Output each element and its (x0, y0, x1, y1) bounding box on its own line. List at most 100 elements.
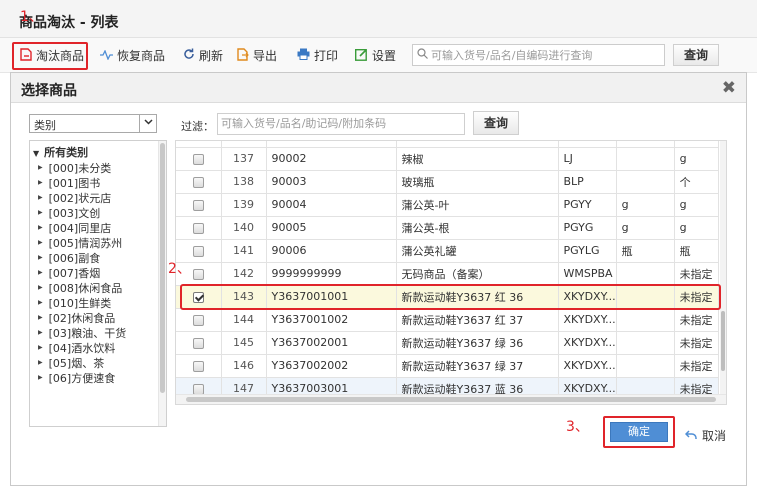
row-checkbox[interactable] (192, 176, 204, 188)
print-button[interactable]: 打印 (297, 47, 338, 64)
collapsed-triangle-icon: ▶ (38, 209, 43, 216)
row-unit2-cell: 瓶 (674, 239, 719, 263)
dialog-header: 选择商品 ✖ (11, 73, 746, 103)
category-list: ▶ [000]未分类 ▶ [001]图书 ▶ [002]状元店 ▶ [003]文创 ▶ [004]… (38, 160, 126, 385)
collapsed-triangle-icon: ▶ (38, 179, 43, 186)
row-name-cell: 蒲公英-叶 (396, 193, 559, 217)
category-item[interactable]: ▶ [05]烟、茶 (38, 355, 126, 370)
confirm-button[interactable]: 确定 (610, 422, 668, 442)
table-row[interactable]: 146 Y3637002002 新款运动鞋Y3637 绿 37 XKYDXY... 未指… (176, 354, 719, 378)
export-icon (237, 47, 249, 64)
row-unit2-cell: g (674, 193, 719, 217)
table-row[interactable]: 141 90006 蒲公英礼罐 PGYLG 瓶瓶 (176, 239, 719, 263)
category-item[interactable]: ▶ [001]图书 (38, 175, 126, 190)
category-label: [000]未分类 (48, 161, 112, 175)
collapsed-triangle-icon: ▶ (38, 254, 43, 261)
category-label: [02]休闲食品 (48, 311, 116, 325)
export-button[interactable]: 导出 (237, 47, 277, 64)
category-select[interactable]: 类别 (29, 114, 157, 133)
toolbar: 淘汰商品 恢复商品 刷新 导出 打印 设置 可输入货号/品名/自编码进行查询 查… (0, 38, 757, 73)
row-name-cell: 蒲公英礼罐 (396, 239, 559, 263)
grid-horizontal-scrollbar-thumb[interactable] (186, 397, 716, 402)
restore-goods-label: 恢复商品 (117, 49, 166, 63)
category-item[interactable]: ▶ [006]副食 (38, 250, 126, 265)
category-label: [003]文创 (48, 206, 101, 220)
table-row[interactable]: 139 90004 蒲公英-叶 PGYY g g (176, 193, 719, 217)
selected-row-highlight-box (180, 284, 721, 310)
printer-icon (297, 48, 310, 63)
category-item[interactable]: ▶ [000]未分类 (38, 160, 126, 175)
category-item[interactable]: ▶ [002]状元店 (38, 190, 126, 205)
goods-search-input[interactable]: 可输入货号/品名/自编码进行查询 (412, 44, 665, 66)
tree-scrollbar[interactable] (158, 141, 166, 426)
row-checkbox[interactable] (192, 383, 204, 395)
row-seq-cell: 140 (221, 216, 267, 240)
row-mnemonic-cell: LJ (558, 147, 617, 171)
row-mnemonic-cell: XKYDXY... (558, 331, 617, 355)
table-row[interactable]: 140 90005 蒲公英-根 PGYG g g (176, 216, 719, 240)
category-item[interactable]: ▶ [003]文创 (38, 205, 126, 220)
undo-arrow-icon (684, 429, 697, 443)
search-button[interactable]: 查询 (673, 44, 719, 66)
category-item[interactable]: ▶ [004]同里店 (38, 220, 126, 235)
category-item[interactable]: ▶ [008]休闲食品 (38, 280, 126, 295)
tree-root-all-categories[interactable]: ▼ 所有类别 (33, 144, 88, 160)
grid-horizontal-scrollbar[interactable] (176, 394, 726, 404)
refresh-button[interactable]: 刷新 (183, 47, 223, 64)
row-checkbox[interactable] (192, 153, 204, 165)
category-item[interactable]: ▶ [06]方便速食 (38, 370, 126, 385)
category-item[interactable]: ▶ [04]酒水饮料 (38, 340, 126, 355)
filter-search-button[interactable]: 查询 (473, 111, 519, 135)
row-unit1-cell (616, 308, 675, 332)
grid-vertical-scrollbar-thumb[interactable] (721, 311, 725, 371)
category-item[interactable]: ▶ [03]粮油、干货 (38, 325, 126, 340)
row-mnemonic-cell: XKYDXY... (558, 354, 617, 378)
row-checkbox[interactable] (192, 337, 204, 349)
collapsed-triangle-icon: ▶ (38, 164, 43, 171)
export-label: 导出 (253, 49, 278, 63)
restore-goods-button[interactable]: 恢复商品 (100, 47, 165, 64)
category-item[interactable]: ▶ [005]情润苏州 (38, 235, 126, 250)
eliminate-goods-button[interactable]: 淘汰商品 (20, 47, 84, 64)
collapsed-triangle-icon: ▶ (38, 374, 43, 381)
close-icon[interactable]: ✖ (722, 78, 736, 98)
collapsed-triangle-icon: ▶ (38, 284, 43, 291)
row-mnemonic-cell: XKYDXY... (558, 308, 617, 332)
expanded-triangle-icon: ▼ (33, 149, 40, 158)
row-code-cell: Y3637001002 (266, 308, 397, 332)
table-row[interactable]: 137 90002 辣椒 LJ g (176, 147, 719, 171)
table-row[interactable]: 138 90003 玻璃瓶 BLP 个 (176, 170, 719, 194)
row-checkbox[interactable] (192, 268, 204, 280)
row-checkbox[interactable] (192, 245, 204, 257)
step-1-marker: 1、 (20, 9, 43, 25)
settings-label: 设置 (372, 49, 397, 63)
table-row[interactable]: 145 Y3637002001 新款运动鞋Y3637 绿 36 XKYDXY... 未指… (176, 331, 719, 355)
search-icon (417, 48, 428, 62)
category-select-value: 类别 (34, 119, 56, 132)
table-row[interactable]: 144 Y3637001002 新款运动鞋Y3637 红 37 XKYDXY... 未指… (176, 308, 719, 332)
category-item[interactable]: ▶ [007]香烟 (38, 265, 126, 280)
row-unit1-cell (616, 354, 675, 378)
category-label: [05]烟、茶 (48, 356, 105, 370)
category-item[interactable]: ▶ [02]休闲食品 (38, 310, 126, 325)
row-checkbox[interactable] (192, 222, 204, 234)
row-unit1-cell (616, 147, 675, 171)
row-seq-cell: 146 (221, 354, 267, 378)
row-checkbox[interactable] (192, 314, 204, 326)
goods-grid: 137 90002 辣椒 LJ g 138 90003 玻璃瓶 BLP 个 139 90004 蒲公英-… (175, 140, 727, 405)
row-seq-cell: 139 (221, 193, 267, 217)
row-checkbox[interactable] (192, 199, 204, 211)
edit-settings-icon (354, 48, 368, 64)
row-mnemonic-cell: PGYLG (558, 239, 617, 263)
collapsed-triangle-icon: ▶ (38, 299, 43, 306)
filter-input[interactable]: 可输入货号/品名/助记码/附加条码 (217, 113, 465, 135)
category-item[interactable]: ▶ [010]生鲜类 (38, 295, 126, 310)
tree-scrollbar-thumb[interactable] (160, 143, 165, 393)
row-checkbox[interactable] (192, 360, 204, 372)
grid-vertical-scrollbar[interactable] (720, 141, 726, 394)
table-row[interactable]: 142 9999999999 无码商品（备案） WMSPBA 未指定 (176, 262, 719, 286)
eliminate-goods-label: 淘汰商品 (36, 49, 85, 63)
cancel-button[interactable]: 取消 (684, 427, 726, 444)
collapsed-triangle-icon: ▶ (38, 224, 43, 231)
settings-button[interactable]: 设置 (354, 47, 397, 64)
